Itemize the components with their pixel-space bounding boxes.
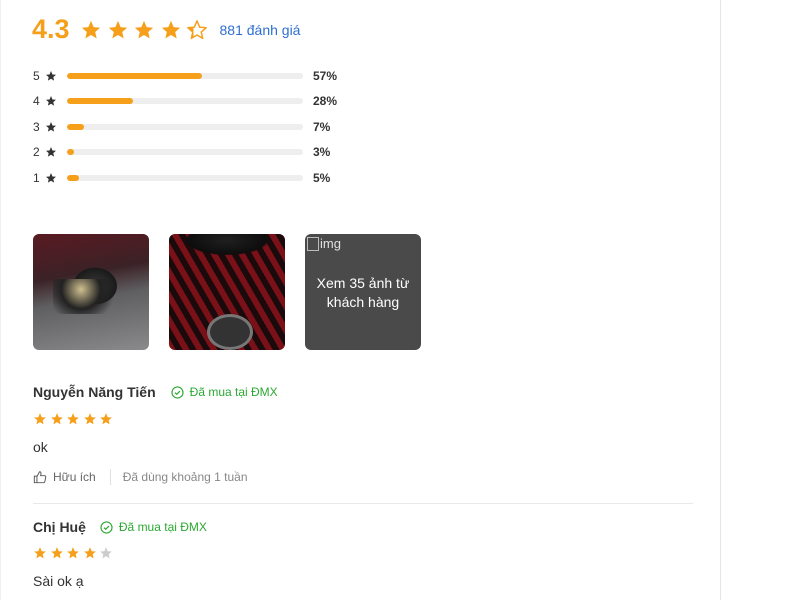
review-footer: Hữu ích Đã dùng khoảng 1 tuần [33,469,278,485]
rating-panel: 4.3 881 đánh giá 5 57% 4 28% 3 7% 2 3% 1… [0,0,721,600]
check-circle-icon [100,520,113,534]
customer-photo-thumbnail[interactable] [169,234,285,350]
distribution-stars-label: 1 [33,170,40,185]
review-header: Chị Huệ Đã mua tại ĐMX [33,519,207,535]
distribution-stars-label: 5 [33,68,40,83]
star-icon [46,96,56,106]
review-stars [33,546,207,560]
star-icon [50,413,63,425]
reviewer-name: Chị Huệ [33,519,86,535]
star-icon [46,70,56,81]
image-placeholder-icon [307,236,319,251]
distribution-percent: 57% [313,68,338,83]
distribution-percent: 28% [313,94,338,109]
star-icon [108,20,127,38]
distribution-row-2[interactable]: 2 3% [33,140,337,166]
distribution-bar [67,174,303,181]
distribution-stars-label: 2 [33,145,40,160]
review-text: ok [33,439,48,455]
distribution-bar [67,72,303,79]
star-icon [100,413,112,425]
verified-purchase-badge: Đã mua tại ĐMX [100,520,207,534]
distribution-bar-fill [67,174,79,181]
thumbs-up-icon [33,471,47,484]
distribution-bar [67,149,303,156]
verified-purchase-label: Đã mua tại ĐMX [189,385,278,399]
footer-separator [109,469,111,485]
customer-photo-thumbnail[interactable] [33,234,149,350]
star-icon [67,413,79,425]
distribution-percent: 5% [313,170,331,185]
star-icon [50,547,63,559]
distribution-bar [67,123,303,130]
average-stars [80,19,213,41]
review-item: Chị Huệ Đã mua tại ĐMX Sài ok ạ [33,519,207,589]
star-icon [187,19,207,39]
distribution-bar-fill [67,149,75,156]
helpful-label: Hữu ích [53,470,96,484]
broken-image-icon: img [307,236,341,251]
review-count-link[interactable]: 881 đánh giá [220,22,301,38]
star-icon [34,547,46,559]
star-icon [34,413,46,425]
star-icon [81,20,101,38]
verified-purchase-badge: Đã mua tại ĐMX [171,385,278,399]
distribution-row-5[interactable]: 5 57% [33,63,337,89]
review-item: Nguyễn Năng Tiến Đã mua tại ĐMX ok Hữu í… [33,384,278,485]
star-icon [134,20,154,38]
rating-distribution: 5 57% 4 28% 3 7% 2 3% 1 5% [33,63,337,191]
distribution-row-1[interactable]: 1 5% [33,165,337,191]
distribution-bar [67,98,303,105]
star-icon [161,20,180,38]
review-divider [33,503,693,504]
star-icon [46,121,56,132]
customer-photos: img Xem 35 ảnh từ khách hàng [33,234,441,350]
distribution-percent: 3% [313,145,331,160]
star-icon [83,413,96,425]
view-more-photos-label: Xem 35 ảnh từ khách hàng [316,275,410,310]
rating-summary: 4.3 881 đánh giá [32,14,300,45]
average-score: 4.3 [32,14,70,44]
distribution-stars-label: 3 [33,119,40,134]
star-icon [83,547,96,559]
star-icon [100,547,112,559]
distribution-row-3[interactable]: 3 7% [33,114,337,140]
distribution-percent: 7% [313,119,331,134]
review-header: Nguyễn Năng Tiến Đã mua tại ĐMX [33,384,278,400]
star-icon [46,147,56,157]
check-circle-icon [171,385,184,399]
usage-duration: Đã dùng khoảng 1 tuần [122,470,248,484]
helpful-button[interactable]: Hữu ích [33,470,96,484]
distribution-bar-fill [67,72,202,79]
star-icon [67,547,79,559]
distribution-bar-fill [67,123,84,130]
review-text: Sài ok ạ [33,573,84,589]
review-stars [33,412,278,426]
distribution-row-4[interactable]: 4 28% [33,89,337,115]
view-more-photos-button[interactable]: img Xem 35 ảnh từ khách hàng [305,234,421,350]
broken-image-alt: img [320,236,341,251]
star-icon [46,172,56,183]
reviewer-name: Nguyễn Năng Tiến [33,384,156,400]
distribution-bar-fill [67,98,134,105]
distribution-stars-label: 4 [33,94,40,109]
verified-purchase-label: Đã mua tại ĐMX [118,520,207,534]
